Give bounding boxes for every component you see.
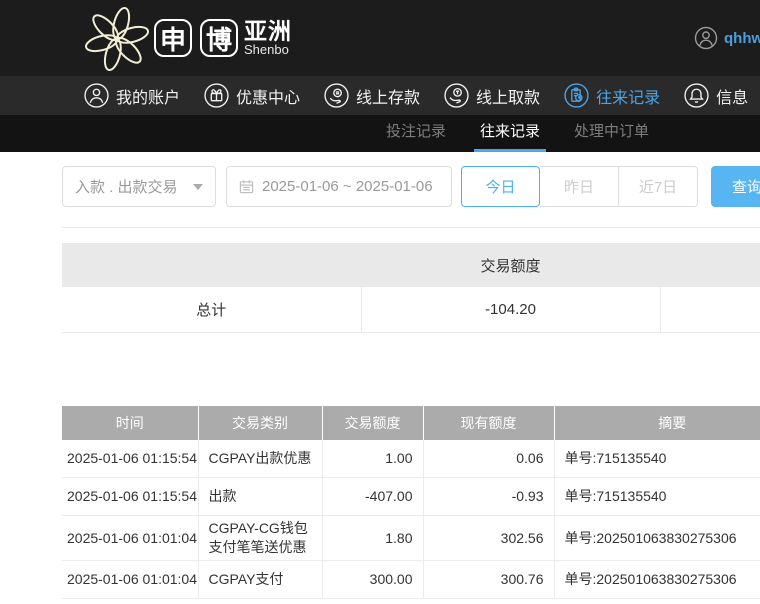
nav-label: 线上存款 — [356, 84, 420, 108]
summary-header-empty — [62, 243, 361, 287]
tab-pending-orders[interactable]: 处理中订单 — [568, 115, 655, 152]
nav-item-withdraw[interactable]: 线上取款 — [444, 83, 540, 108]
summary-total-row: 总计 -104.20 — [62, 287, 760, 332]
summary-header-empty — [660, 243, 760, 287]
summary-empty-cell — [660, 287, 760, 332]
cell-balance: 302.56 — [423, 516, 554, 561]
cell-summary: 单号:202501063830275306 — [554, 516, 760, 561]
col-header-amount: 交易额度 — [322, 406, 423, 440]
app-header: 申 博 亚洲 Shenbo qhhw — [0, 0, 760, 76]
quick-btn-yesterday[interactable]: 昨日 — [540, 166, 619, 207]
cell-summary: 单号:715135540 — [554, 478, 760, 516]
summary-header-row: 交易额度 — [62, 243, 760, 287]
tab-transfer-records[interactable]: 往来记录 — [474, 115, 546, 152]
search-button[interactable]: 查询 — [711, 166, 760, 207]
bell-icon — [684, 83, 709, 108]
quick-btn-last7days[interactable]: 近7日 — [619, 166, 698, 207]
summary-total-value: -104.20 — [361, 287, 660, 332]
cell-time: 2025-01-06 01:15:54 — [62, 440, 198, 478]
cell-time: 2025-01-06 01:01:04 — [62, 516, 198, 561]
nav-label: 信息 — [716, 84, 748, 108]
cell-summary: 单号:202501063830275306 — [554, 561, 760, 599]
summary-total-label: 总计 — [62, 287, 361, 332]
table-row: 2025-01-06 01:01:04 CGPAY支付 300.00 300.7… — [62, 561, 760, 599]
cell-amount: 1.80 — [322, 516, 423, 561]
records-table: 时间 交易类别 交易额度 现有额度 摘要 2025-01-06 01:15:54… — [62, 406, 760, 600]
tab-betting-records[interactable]: 投注记录 — [380, 115, 452, 152]
nav-label: 往来记录 — [596, 84, 660, 108]
calendar-icon — [239, 179, 254, 194]
user-account[interactable]: qhhw — [694, 26, 760, 50]
transaction-type-value: 入款 . 出款交易 — [75, 176, 178, 197]
chevron-down-icon — [193, 184, 203, 190]
filter-toolbar: 入款 . 出款交易 2025-01-06 ~ 2025-01-06 今日 昨日 … — [62, 152, 760, 228]
col-header-summary: 摘要 — [554, 406, 760, 440]
cell-balance: 0.06 — [423, 440, 554, 478]
flower-logo-icon — [84, 4, 150, 72]
date-range-input[interactable]: 2025-01-06 ~ 2025-01-06 — [226, 166, 452, 207]
username: qhhw — [724, 30, 760, 47]
deposit-icon — [324, 83, 349, 108]
nav-label: 我的账户 — [116, 84, 180, 108]
nav-item-deposit[interactable]: 线上存款 — [324, 83, 420, 108]
gift-icon — [204, 83, 229, 108]
logo: 申 博 亚洲 Shenbo — [84, 4, 292, 72]
table-row: 2025-01-06 01:15:54 出款 -407.00 -0.93 单号:… — [62, 478, 760, 516]
nav-item-transfer-records[interactable]: 往来记录 — [564, 83, 660, 108]
sub-nav: 投注记录 往来记录 处理中订单 — [0, 115, 760, 152]
summary-table: 交易额度 总计 -104.20 — [62, 243, 760, 333]
nav-item-my-account[interactable]: 我的账户 — [84, 83, 180, 108]
nav-label: 优惠中心 — [236, 84, 300, 108]
cell-type: 出款 — [198, 478, 322, 516]
table-row: 2025-01-06 01:15:54 CGPAY出款优惠 1.00 0.06 … — [62, 440, 760, 478]
logo-char-shen: 申 — [154, 19, 192, 57]
col-header-balance: 现有额度 — [423, 406, 554, 440]
table-row: 2025-01-06 01:01:04 CGPAY-CG钱包支付笔笔送优惠 1.… — [62, 516, 760, 561]
user-icon — [84, 83, 109, 108]
transaction-type-select[interactable]: 入款 . 出款交易 — [62, 166, 216, 207]
summary-header-amount: 交易额度 — [361, 243, 660, 287]
withdraw-icon — [444, 83, 469, 108]
records-header-row: 时间 交易类别 交易额度 现有额度 摘要 — [62, 406, 760, 440]
main-nav: 我的账户 优惠中心 线上存款 线上取款 — [0, 76, 760, 115]
quick-btn-today[interactable]: 今日 — [461, 166, 540, 207]
logo-region: 亚洲 — [244, 19, 292, 43]
cell-type: CGPAY出款优惠 — [198, 440, 322, 478]
logo-name-en: Shenbo — [244, 43, 292, 57]
quick-date-group: 今日 昨日 近7日 — [461, 166, 698, 207]
cell-time: 2025-01-06 01:01:04 — [62, 561, 198, 599]
cell-balance: -0.93 — [423, 478, 554, 516]
nav-label: 线上取款 — [476, 84, 540, 108]
cell-amount: -407.00 — [322, 478, 423, 516]
date-range-value: 2025-01-06 ~ 2025-01-06 — [262, 178, 433, 195]
cell-amount: 300.00 — [322, 561, 423, 599]
cell-type: CGPAY支付 — [198, 561, 322, 599]
cell-summary: 单号:715135540 — [554, 440, 760, 478]
col-header-time: 时间 — [62, 406, 198, 440]
cell-time: 2025-01-06 01:15:54 — [62, 478, 198, 516]
cell-balance: 300.76 — [423, 561, 554, 599]
nav-item-promotions[interactable]: 优惠中心 — [204, 83, 300, 108]
col-header-type: 交易类别 — [198, 406, 322, 440]
nav-item-messages[interactable]: 信息 — [684, 83, 748, 108]
transfer-records-icon — [564, 83, 589, 108]
avatar-icon — [694, 26, 718, 50]
content: 入款 . 出款交易 2025-01-06 ~ 2025-01-06 今日 昨日 … — [62, 152, 760, 599]
cell-amount: 1.00 — [322, 440, 423, 478]
cell-type: CGPAY-CG钱包支付笔笔送优惠 — [198, 516, 322, 561]
logo-char-bo: 博 — [200, 19, 238, 57]
